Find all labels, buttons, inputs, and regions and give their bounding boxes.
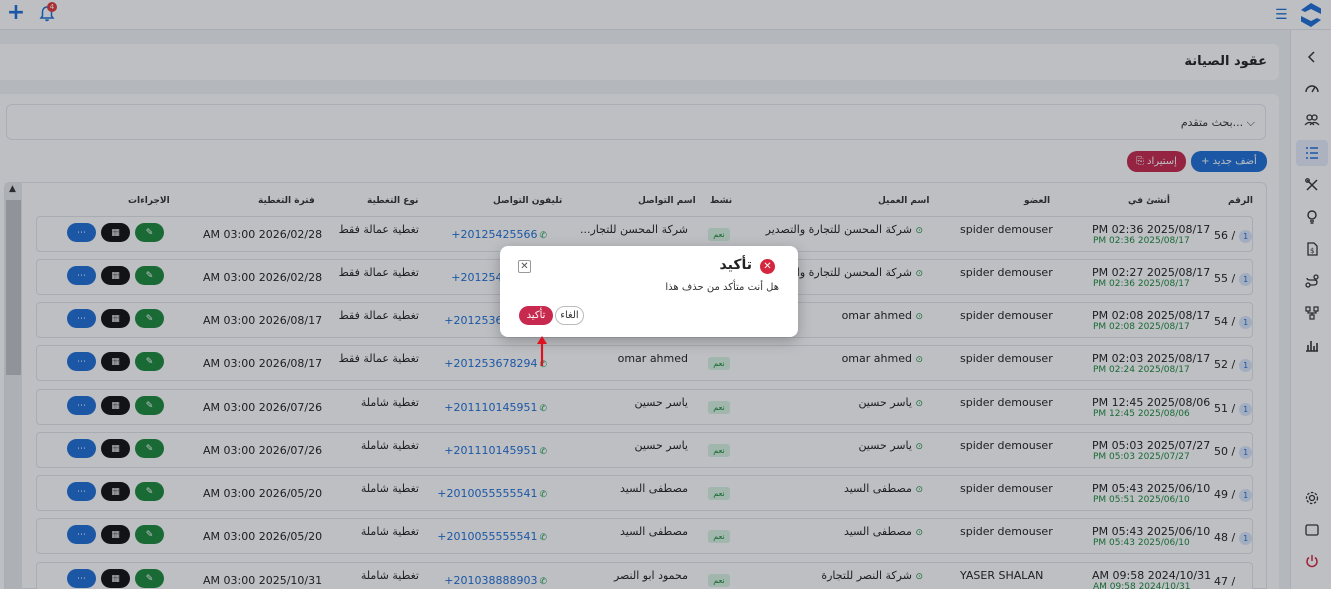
confirm-dialog: ✕ تأكيد ✕ هل أنت متأكد من حذف هذا تأكيد … [500,246,798,337]
error-icon: ✕ [760,259,775,274]
dialog-title: تأكيد [719,257,752,273]
dialog-message: هل أنت متأكد من حذف هذا [665,282,779,293]
close-icon[interactable]: ✕ [518,260,531,273]
confirm-button[interactable]: تأكيد [519,306,553,325]
arrow-annotation-icon [537,336,547,366]
cancel-button[interactable]: الغاء [555,306,584,325]
